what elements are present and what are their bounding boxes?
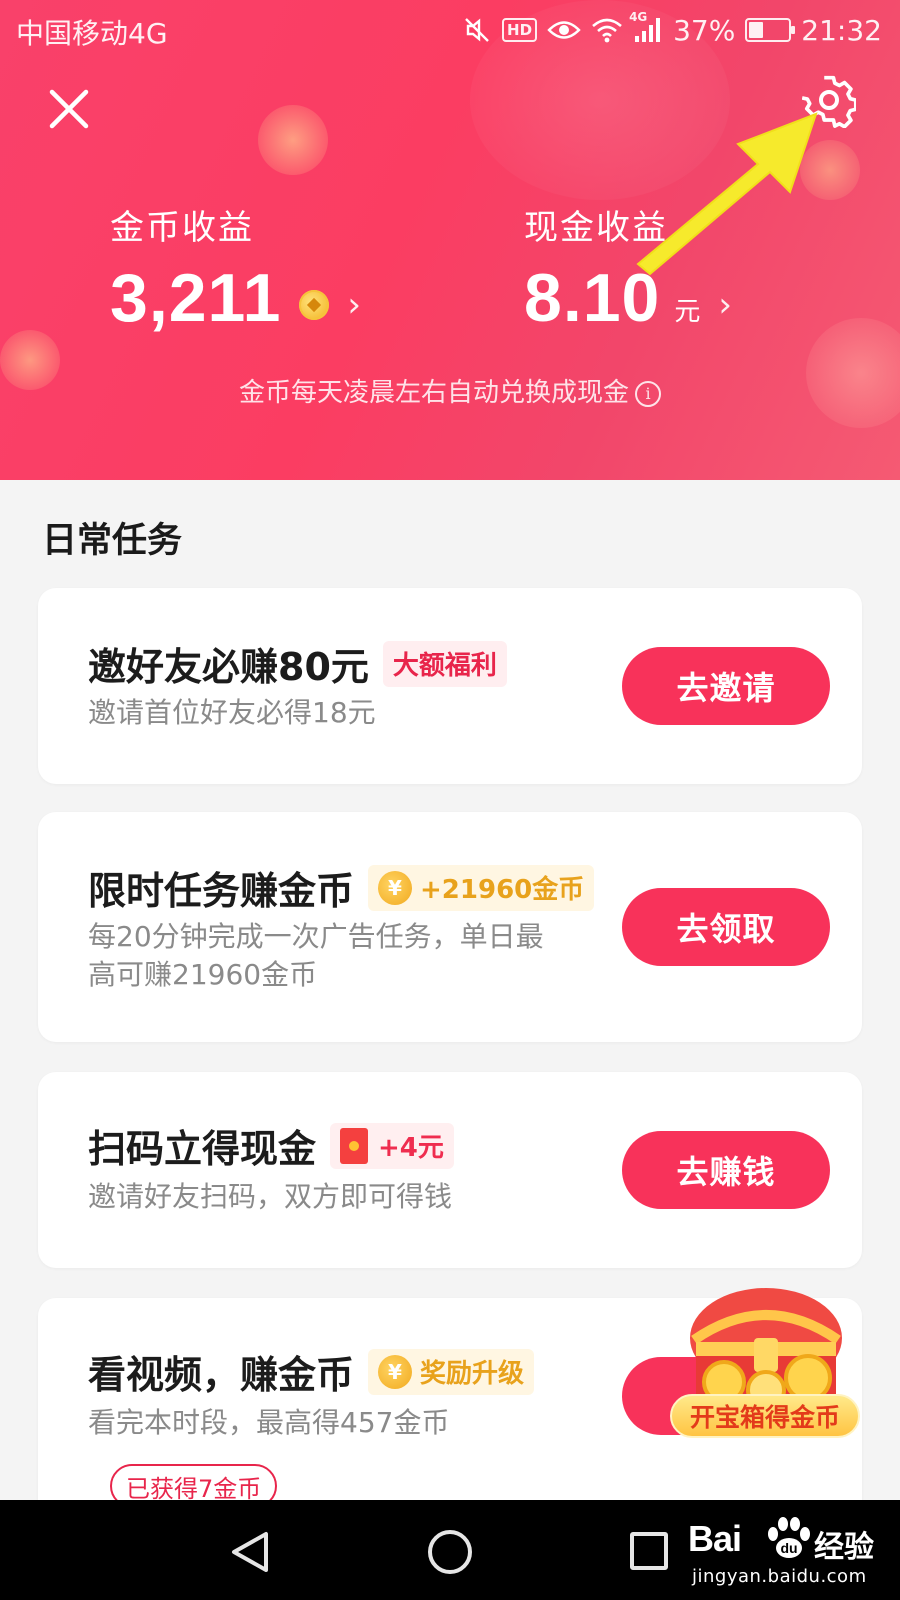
task-tag-text: +4元	[378, 1133, 444, 1163]
task-title: 邀好友必赚80元	[88, 645, 369, 689]
task-description: 邀请好友扫码，双方即可得钱	[88, 1180, 453, 1213]
claim-button[interactable]: 去领取	[622, 888, 830, 966]
cash-unit: 元	[674, 296, 701, 327]
clock: 21:32	[801, 13, 882, 47]
invite-button[interactable]: 去邀请	[622, 647, 830, 725]
battery-level	[749, 22, 764, 38]
treasure-label[interactable]: 开宝箱得金币	[670, 1394, 860, 1438]
earn-button[interactable]: 去赚钱	[622, 1131, 830, 1209]
task-card-invite: 邀好友必赚80元 大额福利 邀请首位好友必得18元 去邀请	[38, 588, 862, 784]
decor-bubble	[258, 105, 328, 175]
earnings-header: 中国移动4G HD 4G 37% 21:32 金币收益 3,211 › 现金收益…	[0, 0, 900, 480]
system-nav-bar: Bai du 经验 jingyan.baidu.com	[0, 1500, 900, 1600]
cash-earnings[interactable]: 现金收益 8.10 元 ›	[524, 200, 732, 337]
battery-percent: 37%	[673, 13, 736, 47]
baidu-watermark: Bai du 经验 jingyan.baidu.com	[688, 1510, 898, 1594]
red-envelope-icon	[340, 1127, 369, 1164]
task-tag: ¥ +21960金币	[368, 864, 595, 911]
signal-icon: 4G	[629, 10, 663, 44]
home-icon[interactable]	[428, 1530, 472, 1574]
task-title: 扫码立得现金	[88, 1127, 317, 1171]
task-tag: 大额福利	[382, 640, 507, 687]
back-icon[interactable]	[228, 1530, 272, 1574]
task-title: 看视频，赚金币	[88, 1353, 355, 1397]
close-icon	[49, 89, 89, 129]
watermark-brand-du: du	[780, 1540, 797, 1556]
wifi-icon	[591, 16, 623, 44]
exchange-notice: 金币每天凌晨左右自动兑换成现金 i	[0, 372, 900, 409]
task-title: 限时任务赚金币	[88, 869, 355, 913]
chevron-right-icon: ›	[718, 285, 732, 325]
battery-icon	[745, 18, 796, 42]
paw-icon: du	[768, 1517, 810, 1558]
status-icons: HD 4G 37% 21:32	[462, 10, 882, 50]
task-description-line: 高可赚21960金币	[88, 958, 318, 991]
task-tag-text: +21960金币	[420, 875, 585, 905]
cash-earnings-label: 现金收益	[524, 208, 668, 248]
task-tag: +4元	[330, 1122, 454, 1169]
hd-icon: HD	[502, 18, 538, 42]
coin-icon	[299, 290, 330, 320]
watermark-url: jingyan.baidu.com	[692, 1566, 867, 1587]
coin-earnings[interactable]: 金币收益 3,211 ›	[110, 200, 361, 337]
eye-icon	[547, 17, 581, 43]
watermark-brand: Bai	[688, 1518, 742, 1559]
task-card-limited: 限时任务赚金币 ¥ +21960金币 每20分钟完成一次广告任务，单日最 高可赚2…	[38, 812, 862, 1042]
info-icon[interactable]: i	[635, 381, 661, 407]
task-description: 邀请首位好友必得18元	[88, 696, 376, 729]
network-type-label: 4G	[629, 10, 648, 24]
coin-earnings-label: 金币收益	[110, 208, 254, 248]
status-bar: 中国移动4G HD 4G 37% 21:32	[0, 0, 900, 62]
mute-icon	[462, 15, 492, 45]
task-tag-text: 奖励升级	[420, 1359, 525, 1389]
task-description: 每20分钟完成一次广告任务，单日最 高可赚21960金币	[88, 918, 544, 994]
task-description-line: 每20分钟完成一次广告任务，单日最	[88, 920, 544, 953]
recents-icon[interactable]	[630, 1532, 668, 1570]
task-tag: ¥ 奖励升级	[368, 1348, 535, 1395]
task-description: 看完本时段，最高得457金币	[88, 1406, 450, 1439]
close-button[interactable]	[44, 84, 94, 134]
yen-coin-icon: ¥	[378, 870, 413, 905]
carrier-label: 中国移动4G	[16, 17, 168, 50]
yen-coin-icon: ¥	[378, 1354, 413, 1389]
cash-earnings-value: 8.10	[524, 260, 661, 336]
section-title: 日常任务	[42, 521, 183, 561]
chevron-right-icon: ›	[347, 285, 362, 325]
watermark-product: 经验	[814, 1530, 874, 1565]
task-card-scan: 扫码立得现金 +4元 邀请好友扫码，双方即可得钱 去赚钱	[38, 1072, 862, 1268]
exchange-notice-text: 金币每天凌晨左右自动兑换成现金	[238, 378, 629, 408]
coin-earnings-value: 3,211	[110, 260, 282, 336]
